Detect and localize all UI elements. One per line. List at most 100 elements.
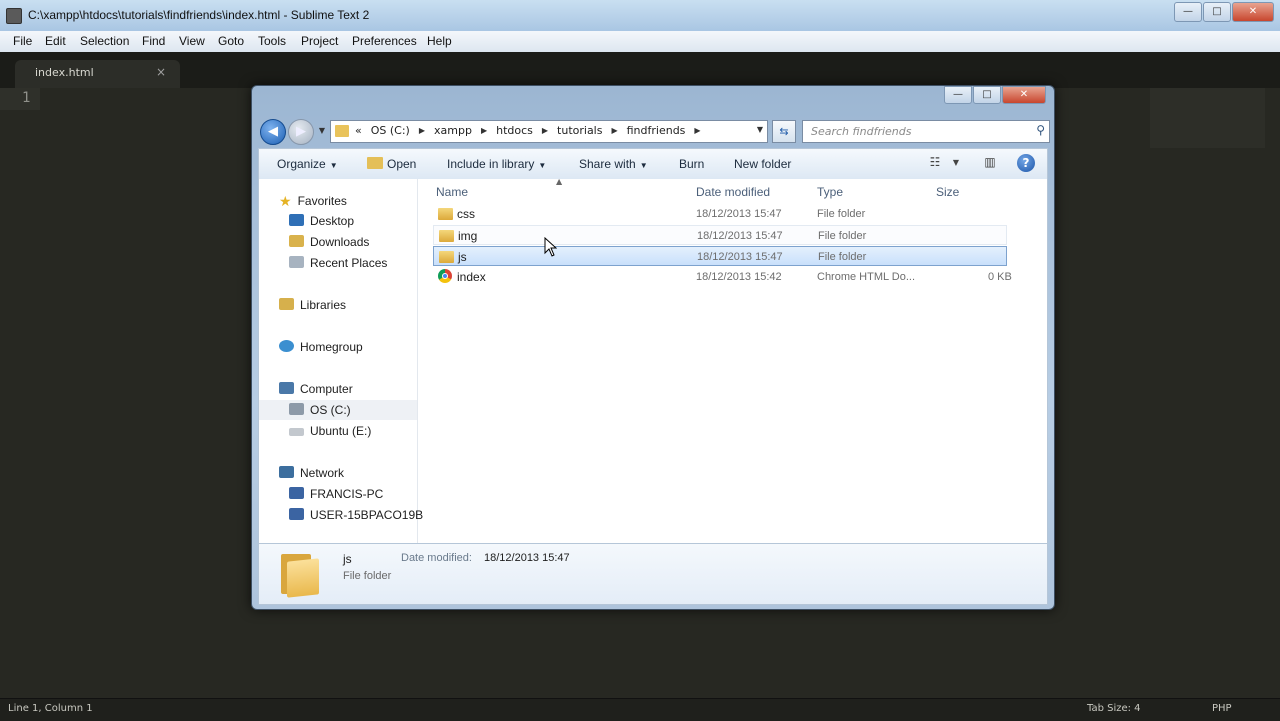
breadcrumb-overflow[interactable]: « <box>355 124 362 137</box>
star-icon: ★ <box>279 193 292 209</box>
tab-close-icon[interactable]: × <box>156 65 166 79</box>
include-in-library-button[interactable]: Include in library ▼ <box>447 157 546 171</box>
search-input[interactable]: Search findfriends ⚲ <box>802 120 1050 143</box>
nav-user-pc[interactable]: USER-15BPACO19B <box>289 508 423 522</box>
file-name: img <box>458 229 478 243</box>
close-button[interactable]: ✕ <box>1232 2 1274 22</box>
menu-file[interactable]: File <box>13 34 32 48</box>
search-icon[interactable]: ⚲ <box>1036 123 1045 137</box>
desktop-icon <box>289 214 304 226</box>
search-placeholder: Search findfriends <box>811 125 912 138</box>
file-date: 18/12/2013 15:47 <box>696 208 782 220</box>
nav-homegroup[interactable]: Homegroup <box>279 340 363 354</box>
recent-places-icon <box>289 256 304 268</box>
nav-computer[interactable]: Computer <box>279 382 353 396</box>
menu-edit[interactable]: Edit <box>45 34 66 48</box>
file-size: 0 KB <box>988 271 1012 283</box>
menu-preferences[interactable]: Preferences <box>352 34 417 48</box>
status-tab-size[interactable]: Tab Size: 4 <box>1087 703 1141 714</box>
column-header-type[interactable]: Type <box>817 185 843 199</box>
column-header-name[interactable]: Name <box>436 185 468 199</box>
preview-pane-icon[interactable]: ▥ <box>981 155 999 171</box>
nav-ubuntu-e[interactable]: Ubuntu (E:) <box>289 424 371 438</box>
menu-project[interactable]: Project <box>301 34 338 48</box>
breadcrumb-chevron-icon[interactable]: ▶ <box>419 126 425 135</box>
nav-network[interactable]: Network <box>279 466 344 480</box>
menu-view[interactable]: View <box>179 34 205 48</box>
new-folder-button[interactable]: New folder <box>734 157 791 171</box>
explorer-minimize-button[interactable]: — <box>944 86 972 104</box>
menu-goto[interactable]: Goto <box>218 34 244 48</box>
sublime-window-controls: — □ ✕ <box>1173 2 1274 22</box>
breadcrumb-htdocs[interactable]: htdocs <box>496 124 533 137</box>
column-header-date[interactable]: Date modified <box>696 185 770 199</box>
nav-libraries[interactable]: Libraries <box>279 298 346 312</box>
menu-help[interactable]: Help <box>427 34 452 48</box>
back-arrow-icon[interactable]: ◀ <box>260 119 286 145</box>
nav-recent-places[interactable]: Recent Places <box>289 256 387 270</box>
breadcrumb-chevron-icon[interactable]: ▶ <box>542 126 548 135</box>
file-type: File folder <box>817 208 866 220</box>
chrome-icon <box>438 269 452 283</box>
file-name: index <box>457 270 486 284</box>
maximize-button[interactable]: □ <box>1203 2 1231 22</box>
address-dropdown-icon[interactable]: ▼ <box>757 125 763 134</box>
file-row-css[interactable]: css 18/12/2013 15:47 File folder <box>433 204 1007 224</box>
nav-desktop[interactable]: Desktop <box>289 214 354 228</box>
breadcrumb-os-c[interactable]: OS (C:) <box>371 124 410 137</box>
nav-os-c[interactable]: OS (C:) <box>259 400 417 420</box>
minimize-button[interactable]: — <box>1174 2 1202 22</box>
address-bar[interactable]: « OS (C:) ▶ xampp ▶ htdocs ▶ tutorials ▶ fin… <box>330 120 768 143</box>
share-with-button[interactable]: Share with ▼ <box>579 157 648 171</box>
file-row-index[interactable]: index 18/12/2013 15:42 Chrome HTML Do...… <box>433 267 1012 287</box>
details-date-value: 18/12/2013 15:47 <box>484 552 570 564</box>
nav-francis-pc[interactable]: FRANCIS-PC <box>289 487 383 501</box>
file-type: File folder <box>818 251 867 263</box>
nav-favorites[interactable]: ★ Favorites <box>279 193 347 209</box>
view-chevron-down-icon[interactable]: ▼ <box>947 158 965 174</box>
burn-button[interactable]: Burn <box>679 157 704 171</box>
file-date: 18/12/2013 15:47 <box>697 230 783 242</box>
menu-find[interactable]: Find <box>142 34 165 48</box>
file-row-img[interactable]: img 18/12/2013 15:47 File folder <box>433 225 1007 245</box>
explorer-command-bar: Organize ▼ Open Include in library ▼ Share… <box>258 148 1048 180</box>
nav-label: Downloads <box>310 235 370 249</box>
breadcrumb-tutorials[interactable]: tutorials <box>557 124 602 137</box>
folder-icon <box>438 208 453 220</box>
status-position: Line 1, Column 1 <box>8 703 93 714</box>
sublime-app-icon <box>6 8 22 24</box>
organize-button[interactable]: Organize ▼ <box>277 157 338 171</box>
explorer-window: — □ ✕ ◀ ▶ ▼ « OS (C:) ▶ xampp ▶ htdocs ▶ tu… <box>251 85 1055 610</box>
column-header-size[interactable]: Size <box>936 185 959 199</box>
minimap-viewport[interactable] <box>1150 88 1265 148</box>
status-syntax[interactable]: PHP <box>1212 703 1232 714</box>
file-type: File folder <box>818 230 867 242</box>
editor-tab-label: index.html <box>35 66 94 79</box>
nav-downloads[interactable]: Downloads <box>289 235 369 249</box>
explorer-maximize-button[interactable]: □ <box>973 86 1001 104</box>
file-row-js[interactable]: js 18/12/2013 15:47 File folder <box>433 246 1007 266</box>
recent-pages-chevron-icon[interactable]: ▼ <box>316 125 328 137</box>
nav-label: Computer <box>300 382 353 396</box>
nav-label: FRANCIS-PC <box>310 487 384 501</box>
drive-icon <box>289 403 304 415</box>
breadcrumb-chevron-icon[interactable]: ▶ <box>481 126 487 135</box>
forward-arrow-icon[interactable]: ▶ <box>288 119 314 145</box>
explorer-close-button[interactable]: ✕ <box>1002 86 1046 104</box>
explorer-window-controls: — □ ✕ <box>943 86 1046 104</box>
view-options-icon[interactable]: ☷ <box>926 155 944 171</box>
breadcrumb-chevron-icon[interactable]: ▶ <box>694 126 700 135</box>
help-icon[interactable]: ? <box>1017 154 1035 172</box>
open-label: Open <box>387 157 417 171</box>
breadcrumb-chevron-icon[interactable]: ▶ <box>611 126 617 135</box>
open-button[interactable]: Open <box>367 157 416 171</box>
breadcrumb-findfriends[interactable]: findfriends <box>627 124 686 137</box>
nav-label: Favorites <box>297 194 347 208</box>
editor-tab-index-html[interactable]: index.html × <box>15 60 180 88</box>
refresh-icon[interactable]: ⇆ <box>772 120 796 143</box>
menu-selection[interactable]: Selection <box>80 34 129 48</box>
line-number: 1 <box>22 90 31 106</box>
menu-tools[interactable]: Tools <box>258 34 286 48</box>
breadcrumb-xampp[interactable]: xampp <box>434 124 472 137</box>
current-line-gutter <box>0 88 40 110</box>
